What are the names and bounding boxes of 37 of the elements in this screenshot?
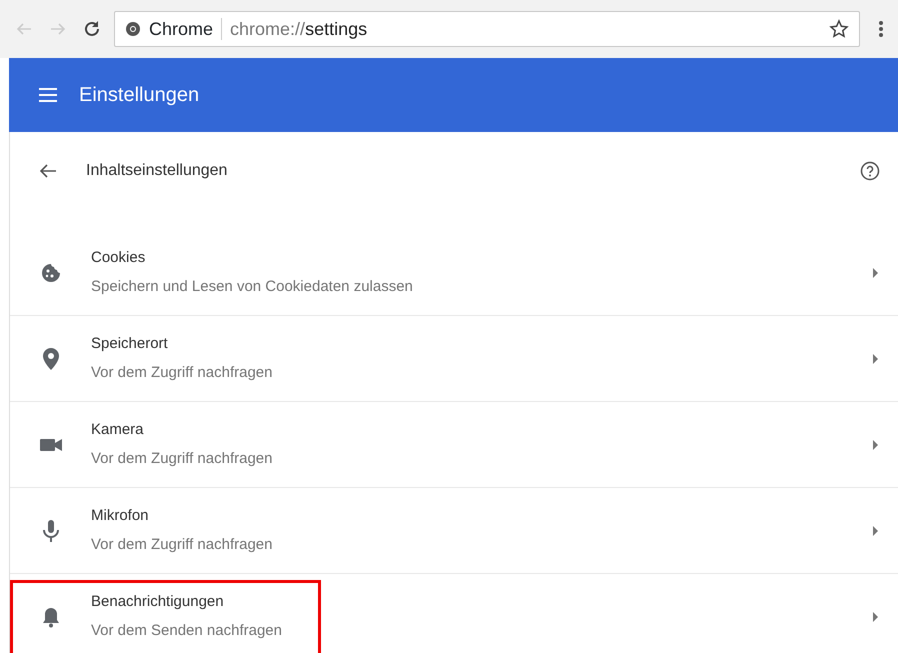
menu-icon[interactable] [39,88,57,102]
back-arrow-icon[interactable] [40,164,56,178]
chevron-icon [873,440,878,450]
video-camera-icon [40,438,62,452]
microphone-icon [43,520,59,542]
reload-icon[interactable] [82,19,102,39]
chevron-icon [873,354,878,364]
chevron-icon [873,612,878,622]
row-subtitle: Vor dem Zugriff nachfragen [91,362,274,382]
row-title: Kamera [91,420,145,440]
page-title: Inhaltseinstellungen [86,161,228,181]
row-title: Cookies [91,248,146,268]
row-title: Speicherort [91,334,169,354]
row-subtitle: Vor dem Zugriff nachfragen [91,448,274,468]
location-pin-icon [43,348,59,370]
header-title: Einstellungen [79,83,200,108]
settings-row[interactable]: Speicherort Vor dem Zugriff nachfragen [10,316,898,402]
settings-row[interactable]: Mikrofon Vor dem Zugriff nachfragen [10,488,898,574]
chrome-logo-icon [125,21,141,37]
settings-row[interactable]: Kamera Vor dem Zugriff nachfragen [10,402,898,488]
menu-dots-icon[interactable] [878,19,884,39]
settings-row[interactable]: Cookies Speichern und Lesen von Cookiedaten zulassen [10,230,898,316]
address-bar[interactable]: Chrome chrome://settings [114,11,860,47]
site-label: Chrome [149,18,214,40]
chevron-icon [873,526,878,536]
row-subtitle: Speichern und Lesen von Cookiedaten zulassen [91,276,414,296]
row-title: Mikrofon [91,506,150,526]
bell-icon [42,606,60,628]
star-icon[interactable] [829,19,849,39]
row-subtitle: Vor dem Senden nachfragen [91,620,283,640]
settings-row[interactable]: Benachrichtigungen Vor dem Senden nachfragen [10,574,898,653]
chevron-icon [873,268,878,278]
row-title: Benachrichtigungen [91,592,225,612]
help-icon[interactable] [860,161,880,181]
url-text: chrome://settings [230,18,368,41]
row-subtitle: Vor dem Zugriff nachfragen [91,534,274,554]
cookie-icon [41,262,61,282]
